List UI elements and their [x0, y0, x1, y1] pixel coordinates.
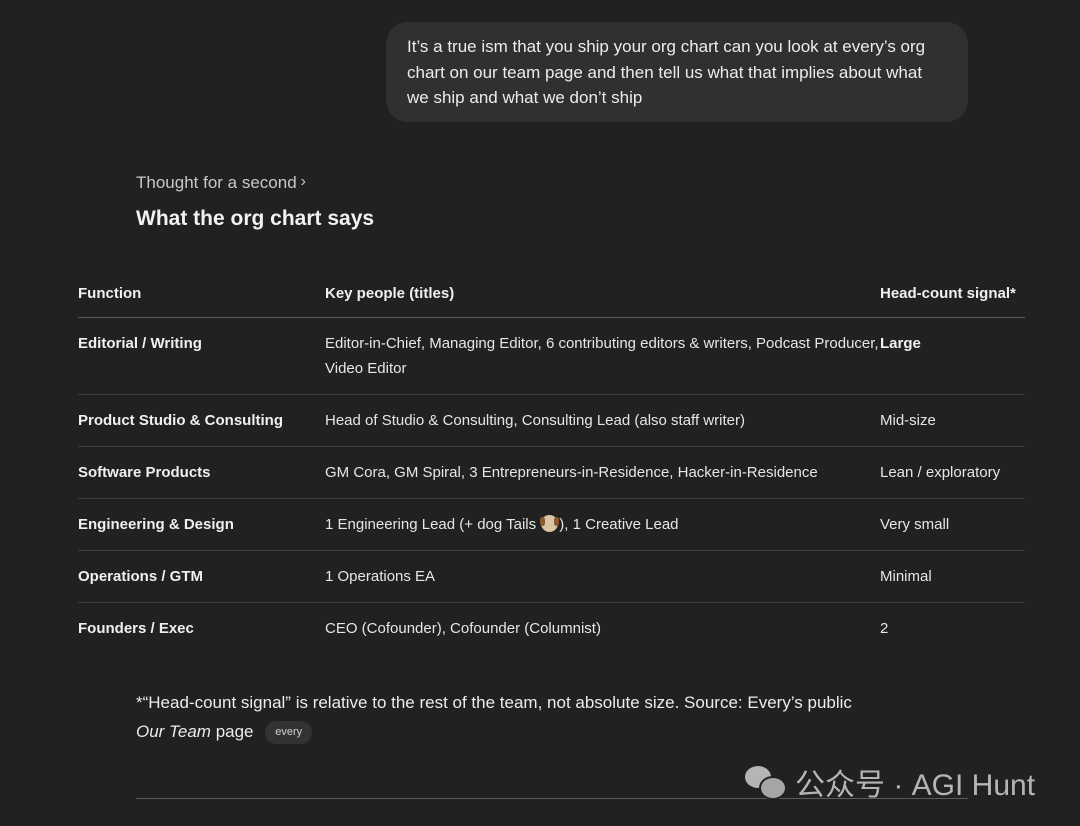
function-cell: Editorial / Writing	[78, 317, 325, 395]
user-message-text: It’s a true ism that you ship your org c…	[407, 37, 926, 107]
footnote-link-italic: Our Team	[136, 722, 211, 741]
wechat-logo-icon	[745, 766, 787, 800]
people-text-after: ), 1 Creative Lead	[559, 516, 679, 533]
signal-cell: Lean / exploratory	[880, 446, 1025, 499]
signal-cell: Minimal	[880, 550, 1025, 603]
people-cell: CEO (Cofounder), Cofounder (Columnist)	[325, 620, 601, 637]
org-chart-table: Function Key people (titles) Head-count …	[78, 272, 1025, 654]
thought-toggle[interactable]: Thought for a second ›	[136, 173, 306, 193]
column-header-head-count: Head-count signal*	[880, 272, 1025, 318]
function-cell: Founders / Exec	[78, 620, 194, 637]
signal-cell: 2	[880, 620, 889, 637]
user-message-bubble: It’s a true ism that you ship your org c…	[386, 22, 968, 122]
function-cell: Operations / GTM	[78, 550, 325, 603]
signal-cell: Very small	[880, 498, 1025, 551]
watermark: 公众号 · AGI Hunt	[745, 758, 1065, 806]
footnote-text: *“Head-count signal” is relative to the …	[136, 693, 852, 712]
table-row: Founders / Exec CEO (Cofounder), Cofound…	[78, 603, 1025, 655]
table-row: Operations / GTM 1 Operations EA Minimal	[78, 550, 1025, 603]
table-row: Software Products GM Cora, GM Spiral, 3 …	[78, 446, 1025, 499]
people-text-before: 1 Engineering Lead (+ dog Tails	[325, 516, 541, 533]
watermark-text: 公众号 · AGI Hunt	[795, 769, 1036, 802]
footnote: *“Head-count signal” is relative to the …	[136, 688, 956, 746]
table-row: Product Studio & Consulting Head of Stud…	[78, 394, 1025, 447]
thought-label: Thought for a second	[136, 173, 297, 192]
table-row: Editorial / Writing Editor-in-Chief, Man…	[78, 317, 1025, 395]
table-row: Engineering & Design 1 Engineering Lead …	[78, 498, 1025, 551]
column-header-function: Function	[78, 272, 325, 318]
response-heading: What the org chart says	[136, 207, 375, 230]
chevron-right-icon: ›	[300, 173, 306, 190]
people-cell: Head of Studio & Consulting, Consulting …	[325, 394, 880, 447]
people-cell: GM Cora, GM Spiral, 3 Entrepreneurs-in-R…	[325, 446, 880, 499]
footnote-link-rest: page	[210, 722, 254, 741]
signal-cell: Large	[880, 317, 1025, 395]
people-cell: 1 Operations EA	[325, 550, 880, 603]
signal-cell: Mid-size	[880, 394, 1025, 447]
source-chip[interactable]: every	[265, 721, 313, 744]
function-cell: Software Products	[78, 446, 325, 499]
table-header-row: Function Key people (titles) Head-count …	[78, 272, 1025, 318]
function-cell: Product Studio & Consulting	[78, 394, 325, 447]
dog-emoji-icon	[540, 515, 560, 532]
people-cell: 1 Engineering Lead (+ dog Tails ), 1 Cre…	[325, 498, 880, 551]
function-cell: Engineering & Design	[78, 498, 325, 551]
people-cell: Editor-in-Chief, Managing Editor, 6 cont…	[325, 317, 880, 395]
column-header-key-people: Key people (titles)	[325, 272, 880, 318]
chat-page: It’s a true ism that you ship your org c…	[0, 0, 1080, 826]
